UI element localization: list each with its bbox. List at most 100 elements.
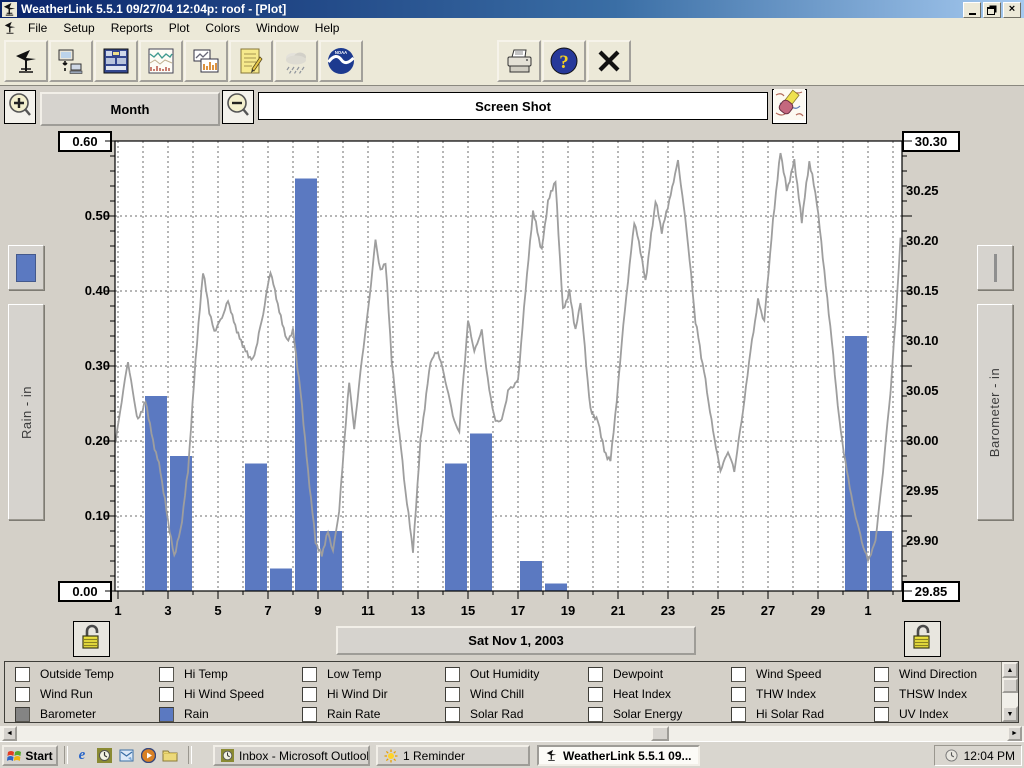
scroll-down-button[interactable]: ▼ (1002, 706, 1018, 722)
plot-option-uv-index[interactable]: UV Index (874, 706, 948, 722)
checkbox[interactable] (445, 667, 460, 682)
task-weatherlink[interactable]: WeatherLink 5.5.1 09... (537, 745, 700, 766)
barometer-legend-button[interactable] (977, 245, 1013, 290)
plot-option-wind-chill[interactable]: Wind Chill (445, 686, 524, 702)
windows-flag-icon (7, 749, 22, 763)
strip-chart-button[interactable] (139, 40, 183, 82)
plot-option-rain-rate[interactable]: Rain Rate (302, 706, 380, 722)
storm-data-button[interactable] (274, 40, 318, 82)
strip-chart-icon (147, 47, 175, 75)
plot-option-hi-temp[interactable]: Hi Temp (159, 666, 228, 682)
checkbox[interactable] (302, 667, 317, 682)
plot-option-thsw-index[interactable]: THSW Index (874, 686, 967, 702)
left-lock-button[interactable] (73, 621, 110, 657)
close-button[interactable]: × (1003, 2, 1021, 18)
menu-setup[interactable]: Setup (55, 20, 102, 36)
menu-colors[interactable]: Colors (197, 20, 248, 36)
checkbox[interactable] (445, 707, 460, 722)
checkbox[interactable] (15, 687, 30, 702)
task-inbox-outlook[interactable]: Inbox - Microsoft Outlook (213, 745, 370, 766)
scroll-thumb[interactable] (1002, 678, 1018, 693)
menu-window[interactable]: Window (248, 20, 307, 36)
menu-reports[interactable]: Reports (103, 20, 161, 36)
zoom-out-button[interactable] (222, 90, 254, 124)
menu-file[interactable]: File (20, 20, 55, 36)
plot-option-solar-energy[interactable]: Solar Energy (588, 706, 682, 722)
internet-explorer-icon[interactable]: e (74, 747, 90, 763)
task-reminder[interactable]: 1 Reminder (376, 745, 530, 766)
plot-option-outside-temp[interactable]: Outside Temp (15, 666, 114, 682)
outlook-icon[interactable] (96, 747, 112, 763)
checkbox[interactable] (874, 707, 889, 722)
checkbox[interactable] (731, 707, 746, 722)
checkbox[interactable] (731, 667, 746, 682)
scroll-up-button[interactable]: ▲ (1002, 662, 1018, 678)
clear-plot-button[interactable] (772, 89, 807, 124)
plot-horizontal-scrollbar[interactable]: ◄ ► (0, 726, 1024, 741)
print-button[interactable] (497, 40, 541, 82)
checkbox[interactable] (731, 687, 746, 702)
plot-option-low-temp[interactable]: Low Temp (302, 666, 381, 682)
outlook-express-icon[interactable] (118, 747, 134, 763)
plot-option-wind-run[interactable]: Wind Run (15, 686, 93, 702)
notes-button[interactable] (229, 40, 273, 82)
checkbox[interactable] (159, 707, 174, 722)
scroll-right-button[interactable]: ► (1007, 726, 1022, 741)
date-navigator-button[interactable]: Sat Nov 1, 2003 (336, 626, 696, 655)
help-button[interactable]: ? (542, 40, 586, 82)
restore-button[interactable] (983, 2, 1001, 18)
plot-option-hi-wind-speed[interactable]: Hi Wind Speed (159, 686, 264, 702)
window-title: WeatherLink 5.5.1 09/27/04 12:04p: roof … (21, 2, 286, 16)
x-tick-label: 1 (114, 603, 121, 618)
checkbox[interactable] (159, 687, 174, 702)
right-lock-button[interactable] (904, 621, 941, 657)
checkbox[interactable] (15, 667, 30, 682)
folder-icon[interactable] (162, 747, 178, 763)
checkbox[interactable] (588, 667, 603, 682)
plot-option-wind-speed[interactable]: Wind Speed (731, 666, 821, 682)
download-button[interactable] (49, 40, 93, 82)
plot-title-field[interactable]: Screen Shot (258, 92, 768, 120)
plot-option-thw-index[interactable]: THW Index (731, 686, 816, 702)
plot-option-dewpoint[interactable]: Dewpoint (588, 666, 663, 682)
weather-station-button[interactable] (4, 40, 48, 82)
checkbox[interactable] (302, 687, 317, 702)
checkbox[interactable] (874, 687, 889, 702)
left-axis-button[interactable]: Rain - in (8, 304, 44, 520)
checkbox[interactable] (302, 707, 317, 722)
scroll-left-button[interactable]: ◄ (2, 726, 17, 741)
plot-option-solar-rad[interactable]: Solar Rad (445, 706, 523, 722)
plot-option-hi-wind-dir[interactable]: Hi Wind Dir (302, 686, 388, 702)
interval-button[interactable]: Month (40, 92, 220, 126)
zoom-in-button[interactable] (4, 90, 36, 124)
minimize-button[interactable] (963, 2, 981, 18)
plot-reports-button[interactable] (184, 40, 228, 82)
plot-option-rain[interactable]: Rain (159, 706, 209, 722)
checkbox[interactable] (588, 687, 603, 702)
checkbox[interactable] (874, 667, 889, 682)
plot-option-heat-index[interactable]: Heat Index (588, 686, 671, 702)
plot-chart[interactable]: 13579111315171921232527291 (103, 136, 915, 620)
checkbox[interactable] (159, 667, 174, 682)
options-scrollbar[interactable]: ▲ ▼ (1001, 662, 1018, 722)
plot-window-icon[interactable] (0, 21, 20, 35)
plot-option-wind-direction[interactable]: Wind Direction (874, 666, 977, 682)
right-axis-button[interactable]: Barometer - in (977, 304, 1013, 520)
checkbox[interactable] (588, 707, 603, 722)
bulletin-button[interactable] (94, 40, 138, 82)
checkbox[interactable] (445, 687, 460, 702)
plot-option-hi-solar-rad[interactable]: Hi Solar Rad (731, 706, 824, 722)
plot-option-out-humidity[interactable]: Out Humidity (445, 666, 539, 682)
plot-options-panel: ▲ ▼ Outside Temp Hi Temp Low Temp Out Humid… (4, 661, 1019, 723)
rain-legend-button[interactable] (8, 245, 44, 290)
menu-help[interactable]: Help (307, 20, 348, 36)
checkbox[interactable] (15, 707, 30, 722)
noaa-button[interactable]: NOAA (319, 40, 363, 82)
media-player-icon[interactable] (140, 747, 156, 763)
tray-clock[interactable]: 12:04 PM (964, 749, 1015, 763)
plot-option-barometer[interactable]: Barometer (15, 706, 96, 722)
menu-plot[interactable]: Plot (161, 20, 198, 36)
hscroll-thumb[interactable] (651, 726, 669, 741)
close-plot-button[interactable] (587, 40, 631, 82)
start-button[interactable]: Start (2, 745, 58, 766)
